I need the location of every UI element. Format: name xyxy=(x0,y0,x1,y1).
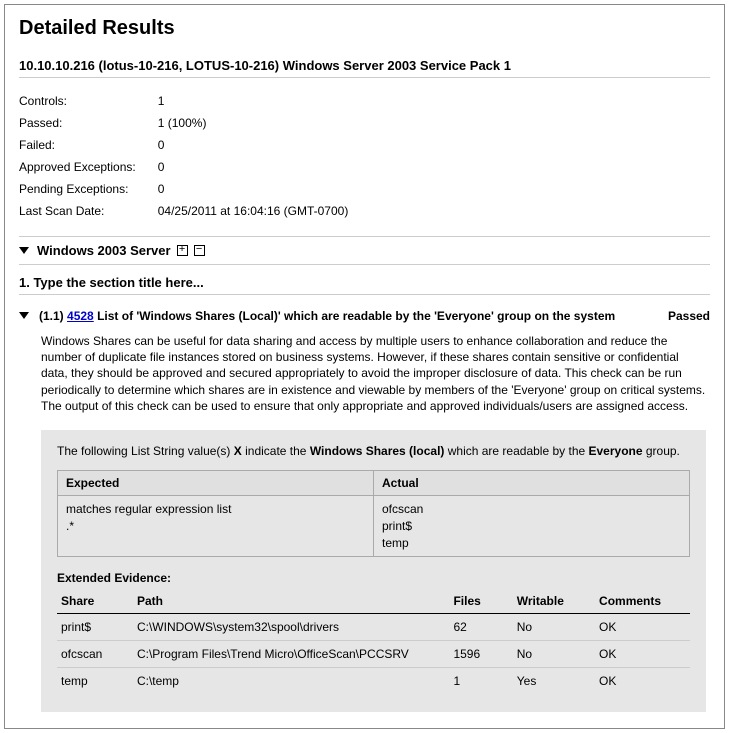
cell-share: temp xyxy=(57,668,133,695)
cell-writable: Yes xyxy=(513,668,595,695)
col-share: Share xyxy=(57,589,133,614)
expected-actual-table: Expected Actual matches regular expressi… xyxy=(57,470,690,557)
report-page: Detailed Results 10.10.10.216 (lotus-10-… xyxy=(4,4,725,729)
col-files: Files xyxy=(449,589,512,614)
cell-path: C:\temp xyxy=(133,668,450,695)
cell-writable: No xyxy=(513,614,595,641)
summary-value: 1 (100%) xyxy=(158,112,371,134)
control-description: Windows Shares can be useful for data sh… xyxy=(41,333,706,414)
cell-share: ofcscan xyxy=(57,641,133,668)
chevron-down-icon xyxy=(19,247,29,254)
summary-label: Approved Exceptions: xyxy=(19,156,158,178)
actual-cell: ofcscan print$ temp xyxy=(374,495,690,556)
host-heading: 10.10.10.216 (lotus-10-216, LOTUS-10-216… xyxy=(19,58,710,78)
extended-evidence-table: Share Path Files Writable Comments print… xyxy=(57,589,690,694)
summary-value: 0 xyxy=(158,134,371,156)
cell-files: 1 xyxy=(449,668,512,695)
text-bold: Windows Shares (local) xyxy=(310,444,445,458)
cell-comments: OK xyxy=(595,641,690,668)
summary-value: 1 xyxy=(158,90,371,112)
cell-files: 62 xyxy=(449,614,512,641)
summary-value: 04/25/2011 at 16:04:16 (GMT-0700) xyxy=(158,200,371,222)
control-title: (1.1) 4528 List of 'Windows Shares (Loca… xyxy=(39,309,642,323)
chevron-down-icon xyxy=(19,312,29,319)
group-header[interactable]: Windows 2003 Server + − xyxy=(19,236,710,265)
cell-path: C:\WINDOWS\system32\spool\drivers xyxy=(133,614,450,641)
section-title: 1. Type the section title here... xyxy=(19,275,710,295)
col-writable: Writable xyxy=(513,589,595,614)
evidence-panel: The following List String value(s) X ind… xyxy=(41,430,706,712)
summary-label: Passed: xyxy=(19,112,158,134)
page-title: Detailed Results xyxy=(19,17,710,40)
cell-writable: No xyxy=(513,641,595,668)
text-bold: X xyxy=(234,444,242,458)
table-row: print$ C:\WINDOWS\system32\spool\drivers… xyxy=(57,614,690,641)
text: group. xyxy=(643,444,680,458)
extended-evidence-label: Extended Evidence: xyxy=(57,571,690,585)
summary-label: Failed: xyxy=(19,134,158,156)
col-actual: Actual xyxy=(374,470,690,495)
summary-label: Pending Exceptions: xyxy=(19,178,158,200)
evidence-intro: The following List String value(s) X ind… xyxy=(57,444,690,458)
summary-table: Controls: 1 Passed: 1 (100%) Failed: 0 A… xyxy=(19,90,370,222)
group-name: Windows 2003 Server xyxy=(37,243,171,258)
summary-value: 0 xyxy=(158,178,371,200)
text: The following List String value(s) xyxy=(57,444,234,458)
table-row: ofcscan C:\Program Files\Trend Micro\Off… xyxy=(57,641,690,668)
control-id-link[interactable]: 4528 xyxy=(67,309,94,323)
control-status: Passed xyxy=(668,309,710,323)
expected-cell: matches regular expression list .* xyxy=(58,495,374,556)
summary-label: Last Scan Date: xyxy=(19,200,158,222)
cell-comments: OK xyxy=(595,614,690,641)
text-bold: Everyone xyxy=(589,444,643,458)
col-expected: Expected xyxy=(58,470,374,495)
collapse-all-icon[interactable]: − xyxy=(194,245,205,256)
text: indicate the xyxy=(242,444,310,458)
expand-all-icon[interactable]: + xyxy=(177,245,188,256)
control-header[interactable]: (1.1) 4528 List of 'Windows Shares (Loca… xyxy=(19,309,710,323)
control-number: (1.1) xyxy=(39,309,64,323)
cell-comments: OK xyxy=(595,668,690,695)
col-path: Path xyxy=(133,589,450,614)
summary-value: 0 xyxy=(158,156,371,178)
cell-files: 1596 xyxy=(449,641,512,668)
summary-label: Controls: xyxy=(19,90,158,112)
cell-share: print$ xyxy=(57,614,133,641)
cell-path: C:\Program Files\Trend Micro\OfficeScan\… xyxy=(133,641,450,668)
table-row: temp C:\temp 1 Yes OK xyxy=(57,668,690,695)
col-comments: Comments xyxy=(595,589,690,614)
text: which are readable by the xyxy=(444,444,588,458)
control-name: List of 'Windows Shares (Local)' which a… xyxy=(97,309,615,323)
